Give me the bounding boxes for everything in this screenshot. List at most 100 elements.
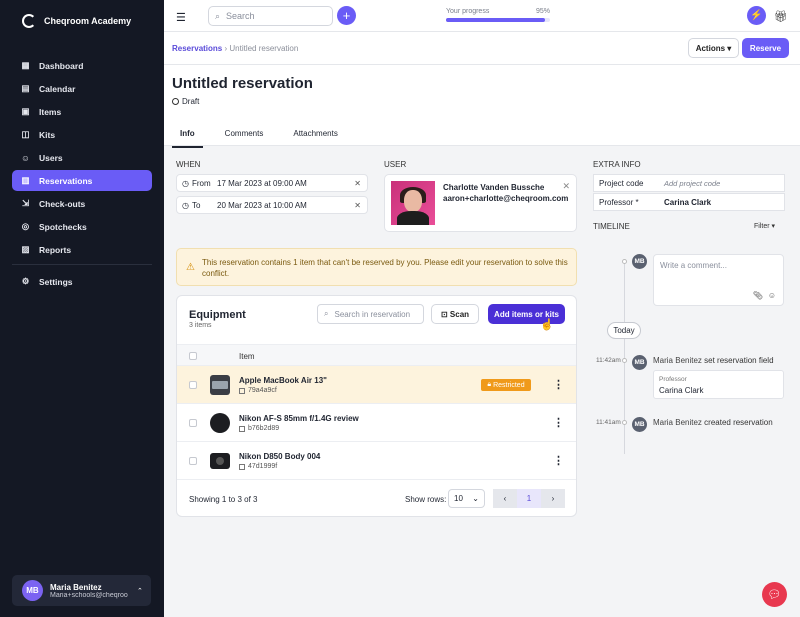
actions-button[interactable]: Actions ▾ <box>688 38 739 58</box>
pagination: ‹ 1 › <box>493 489 565 508</box>
sidebar-item-kits[interactable]: ◫ Kits <box>12 124 152 145</box>
next-page-button[interactable]: › <box>541 489 565 508</box>
to-value: 20 Mar 2023 at 10:00 AM <box>217 200 307 210</box>
sidebar-item-settings[interactable]: ⚙ Settings <box>12 271 152 292</box>
event-text: Maria Benitez set reservation field <box>653 356 774 365</box>
event-time: 11:42am <box>596 357 621 364</box>
checkouts-icon: ⇲ <box>21 198 30 208</box>
page-button[interactable]: 1 <box>517 489 541 508</box>
item-name[interactable]: Nikon AF-S 85mm f/1.4G review <box>239 414 359 423</box>
tab-comments[interactable]: Comments <box>217 123 272 148</box>
avatar: MB <box>632 417 647 432</box>
project-code-field[interactable]: Project code Add project code <box>593 174 785 192</box>
prev-page-button[interactable]: ‹ <box>493 489 517 508</box>
sidebar-item-users[interactable]: ☺ Users <box>12 147 152 168</box>
sidebar-item-spotchecks[interactable]: ◎ Spotchecks <box>12 216 152 237</box>
item-name[interactable]: Apple MacBook Air 13" <box>239 376 327 385</box>
sidebar-item-label: Check-outs <box>39 198 86 209</box>
event-actor[interactable]: Maria Benitez <box>653 356 702 365</box>
user-photo <box>391 181 435 225</box>
reservation-search-input[interactable]: ⌕ Search in reservation <box>317 304 424 324</box>
current-user-card[interactable]: MB Maria Benitez Maria+schools@cheqroo..… <box>12 575 151 606</box>
search-input[interactable]: ⌕ Search <box>208 6 333 26</box>
cheqroom-logo-icon <box>22 14 36 28</box>
from-value: 17 Mar 2023 at 09:00 AM <box>217 178 307 188</box>
sidebar-item-items[interactable]: ▣ Items <box>12 101 152 122</box>
table-header: Item <box>177 344 576 366</box>
dashboard-icon: ▦ <box>21 60 30 70</box>
sidebar-item-label: Spotchecks <box>39 221 87 232</box>
table-row[interactable]: Apple MacBook Air 13" 79a4a9cf 🔒︎ Restri… <box>177 366 576 404</box>
timeline-dot <box>622 358 627 363</box>
attach-icon[interactable]: 📎︎ <box>753 291 763 300</box>
sidebar-item-checkouts[interactable]: ⇲ Check-outs <box>12 193 152 214</box>
reserve-button[interactable]: Reserve <box>742 38 789 58</box>
row-checkbox[interactable] <box>189 419 197 427</box>
filter-dropdown[interactable]: Filter ▾ <box>754 222 775 230</box>
more-options-icon[interactable]: ⋮ <box>553 378 564 391</box>
sidebar-item-reports[interactable]: ▨ Reports <box>12 239 152 260</box>
restricted-label: Restricted <box>493 381 525 389</box>
select-all-checkbox[interactable] <box>189 352 197 360</box>
tab-info[interactable]: Info <box>172 123 203 148</box>
row-checkbox[interactable] <box>189 457 197 465</box>
item-id-text: 47d1999f <box>248 463 278 470</box>
event-actor[interactable]: Maria Benitez <box>653 418 702 427</box>
brand[interactable]: Cheqroom Academy <box>22 14 131 28</box>
from-date-field[interactable]: ◷ From 17 Mar 2023 at 09:00 AM ✕ <box>176 174 368 192</box>
to-date-field[interactable]: ◷ To 20 Mar 2023 at 10:00 AM ✕ <box>176 196 368 214</box>
project-code-label: Project code <box>599 178 644 188</box>
more-options-icon[interactable]: ⋮ <box>553 454 564 467</box>
avatar: MB <box>632 355 647 370</box>
page-title[interactable]: Untitled reservation <box>172 75 313 92</box>
more-options-icon[interactable]: ⋮ <box>553 416 564 429</box>
timeline-label: TIMELINE <box>593 222 630 231</box>
professor-field[interactable]: Professor * Carina Clark <box>593 193 785 211</box>
emoji-icon[interactable]: ☺ <box>768 291 776 300</box>
breadcrumb-reservations[interactable]: Reservations <box>172 44 222 53</box>
event-text: Maria Benitez created reservation <box>653 418 773 427</box>
sidebar-item-calendar[interactable]: ▤ Calendar <box>12 78 152 99</box>
table-row[interactable]: Nikon D850 Body 004 47d1999f ⋮ <box>177 442 576 480</box>
progress-widget[interactable]: Your progress 95% <box>446 8 550 22</box>
item-name[interactable]: Nikon D850 Body 004 <box>239 452 320 461</box>
qr-code-icon <box>239 425 245 432</box>
caret-down-icon: ▾ <box>769 223 776 230</box>
bolt-icon[interactable]: ⚡ <box>747 6 766 25</box>
progress-value: 95% <box>535 8 550 15</box>
sidebar-nav: ▦ Dashboard ▤ Calendar ▣ Items ◫ Kits ☺ Users… <box>12 55 152 294</box>
project-code-placeholder: Add project code <box>664 178 721 188</box>
row-checkbox[interactable] <box>189 381 197 389</box>
tab-attachments[interactable]: Attachments <box>285 123 345 148</box>
comment-input[interactable]: Write a comment... 📎︎ ☺ <box>653 254 784 306</box>
pagination-summary: Showing 1 to 3 of 3 <box>189 495 258 504</box>
sidebar-item-label: Users <box>39 152 63 163</box>
settings-icon: ⚙ <box>21 276 30 286</box>
menu-icon[interactable]: ☰ <box>176 11 186 24</box>
clear-icon[interactable]: ✕ <box>354 201 361 210</box>
user-card-email: aaron+charlotte@cheqroom.com <box>443 194 569 203</box>
rows-per-page-select[interactable]: 10 ⌄ <box>448 489 485 508</box>
search-icon: ⌕ <box>215 10 221 21</box>
when-label: WHEN <box>176 160 201 169</box>
draft-status-icon <box>172 98 179 105</box>
chat-icon[interactable]: 💬︎ <box>762 582 787 607</box>
sidebar-item-label: Calendar <box>39 83 76 94</box>
equipment-panel: Equipment 3 items ⌕ Search in reservatio… <box>176 295 577 517</box>
item-id-text: 79a4a9cf <box>248 387 277 394</box>
column-item: Item <box>239 352 255 361</box>
table-row[interactable]: Nikon AF-S 85mm f/1.4G review b76b2d89 ⋮ <box>177 404 576 442</box>
hand-cursor-icon: ☝ <box>540 319 554 331</box>
progress-fill <box>446 18 545 22</box>
sidebar-item-dashboard[interactable]: ▦ Dashboard <box>12 55 152 76</box>
breadcrumb: Reservations › Untitled reservation <box>172 44 298 53</box>
sidebar-item-reservations[interactable]: ▥ Reservations <box>12 170 152 191</box>
scan-button[interactable]: ⊡ Scan <box>431 304 479 324</box>
event-action: created reservation <box>704 418 773 427</box>
add-button[interactable]: + <box>337 6 356 25</box>
user-card[interactable]: Charlotte Vanden Bussche aaron+charlotte… <box>384 174 577 232</box>
clear-icon[interactable]: ✕ <box>354 179 361 188</box>
gift-icon[interactable]: 🎁︎ <box>774 10 788 23</box>
tab-bar: Info Comments Attachments <box>172 123 360 148</box>
remove-user-icon[interactable]: ✕ <box>562 181 570 192</box>
